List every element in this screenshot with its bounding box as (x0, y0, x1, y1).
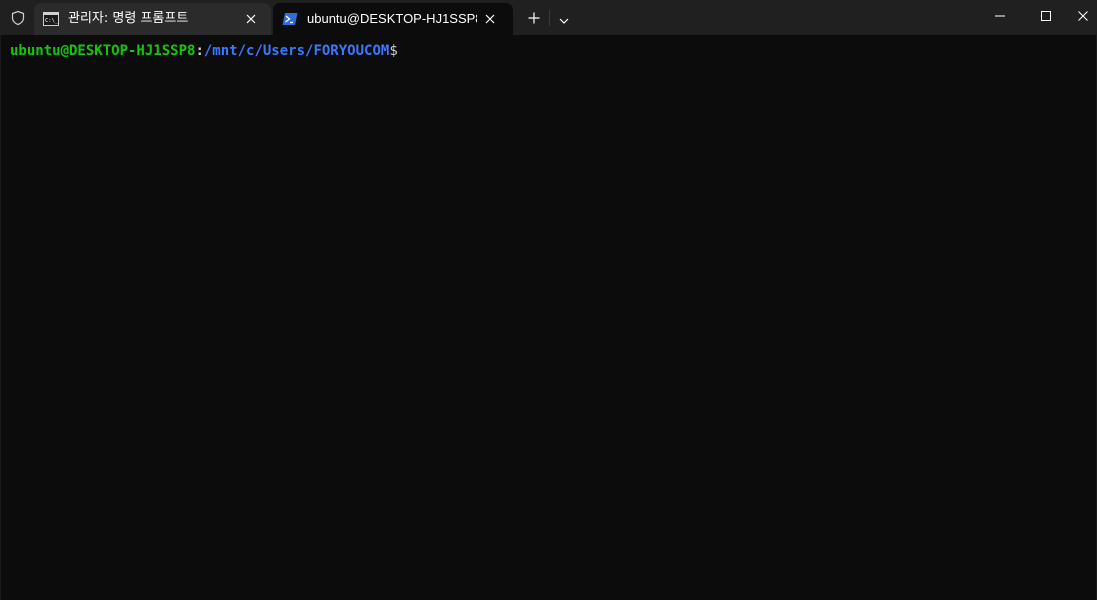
terminal-window: C:\_ 관리자: 명령 프롬프트 ubuntu@DESKTOP-HJ1SSP8… (0, 0, 1097, 600)
chevron-down-icon (559, 9, 569, 28)
shell-prompt: ubuntu@DESKTOP-HJ1SSP8:/mnt/c/Users/FORY… (10, 41, 398, 61)
close-icon[interactable] (481, 10, 499, 28)
tab-title: 관리자: 명령 프롬프트 (68, 11, 189, 26)
tab-dropdown-button[interactable] (552, 6, 576, 30)
tab-title: ubuntu@DESKTOP-HJ1SSP8: / (307, 11, 477, 26)
prompt-colon: : (195, 43, 204, 59)
prompt-path: /mnt/c/Users/FORYOUCOM (203, 43, 390, 59)
plus-icon (528, 9, 540, 28)
svg-text:C:\_: C:\_ (45, 18, 59, 24)
powershell-icon (281, 10, 299, 28)
window-border-left (0, 35, 1, 600)
shield-icon (6, 6, 30, 30)
close-icon (1078, 6, 1088, 25)
minimize-icon (995, 6, 1005, 25)
terminal-output[interactable]: ubuntu@DESKTOP-HJ1SSP8:/mnt/c/Users/FORY… (0, 35, 1097, 600)
maximize-button[interactable] (1023, 0, 1069, 30)
minimize-button[interactable] (977, 0, 1023, 30)
tab-ubuntu[interactable]: ubuntu@DESKTOP-HJ1SSP8: / (273, 3, 513, 35)
tab-command-prompt[interactable]: C:\_ 관리자: 명령 프롬프트 (34, 3, 271, 35)
new-tab-button[interactable] (522, 6, 546, 30)
prompt-char: $ (389, 43, 398, 59)
divider (549, 10, 550, 26)
prompt-user-host: ubuntu@DESKTOP-HJ1SSP8 (10, 43, 196, 59)
close-window-button[interactable] (1069, 0, 1097, 30)
command-prompt-icon: C:\_ (42, 10, 60, 28)
maximize-icon (1041, 6, 1051, 25)
title-bar: C:\_ 관리자: 명령 프롬프트 ubuntu@DESKTOP-HJ1SSP8… (0, 0, 1097, 35)
close-icon[interactable] (242, 10, 260, 28)
